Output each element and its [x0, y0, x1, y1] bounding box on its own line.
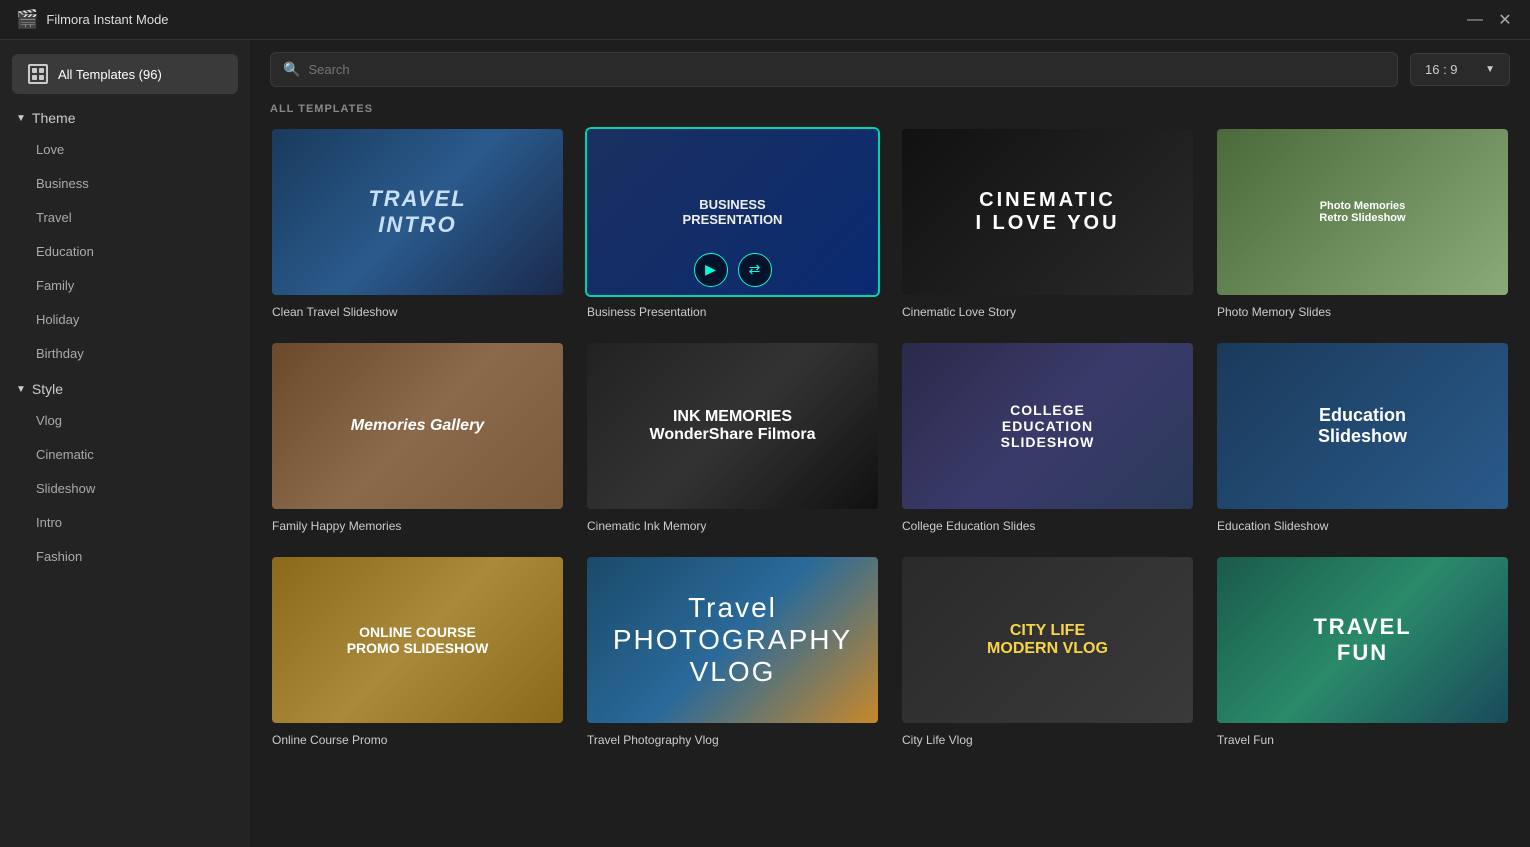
card-thumb-wrapper-clean-travel: TRAVEL INTRO	[270, 127, 565, 297]
card-label-family-happy: Family Happy Memories	[270, 511, 565, 535]
aspect-ratio-label: 16 : 9	[1425, 62, 1458, 77]
all-templates-label: All Templates (96)	[58, 67, 162, 82]
card-thumb-wrapper-family-happy: Memories Gallery	[270, 341, 565, 511]
top-bar: 🔍 16 : 9 ▼	[250, 40, 1530, 99]
play-button-business-presentation[interactable]: ▶	[694, 253, 728, 287]
card-thumb-wrapper-cinematic-ink: INK MEMORIES WonderShare Filmora	[585, 341, 880, 511]
card-label-travel-fun: Travel Fun	[1215, 725, 1510, 749]
window-controls: — ✕	[1466, 11, 1514, 29]
card-thumb-wrapper-travel-photo: Travel PHOTOGRAPHY VLOG	[585, 555, 880, 725]
template-card-travel-photo[interactable]: Travel PHOTOGRAPHY VLOGTravel Photograph…	[585, 555, 880, 749]
card-label-photo-memory: Photo Memory Slides	[1215, 297, 1510, 321]
card-thumb-wrapper-city-life: CITY LIFE MODERN VLOG	[900, 555, 1195, 725]
card-thumb-online-course: ONLINE COURSE PROMO SLIDESHOW	[272, 557, 563, 723]
app-logo: 🎬	[16, 9, 38, 30]
template-card-business-presentation[interactable]: BUSINESS PRESENTATION▶⇄Business Presenta…	[585, 127, 880, 321]
card-thumb-cinematic-love: CINEMATIC I LOVE YOU	[902, 129, 1193, 295]
title-bar: 🎬 Filmora Instant Mode — ✕	[0, 0, 1530, 40]
card-thumb-wrapper-education-slideshow: Education Slideshow	[1215, 341, 1510, 511]
template-card-cinematic-ink[interactable]: INK MEMORIES WonderShare FilmoraCinemati…	[585, 341, 880, 535]
theme-section-label: Theme	[32, 110, 76, 126]
template-card-cinematic-love[interactable]: CINEMATIC I LOVE YOUCinematic Love Story	[900, 127, 1195, 321]
grid-container: TRAVEL INTROClean Travel SlideshowBUSINE…	[270, 127, 1510, 749]
search-input[interactable]	[308, 62, 1385, 77]
card-thumb-wrapper-photo-memory: Photo Memories Retro Slideshow	[1215, 127, 1510, 297]
sidebar-item-intro[interactable]: Intro	[8, 506, 242, 539]
sidebar-item-cinematic[interactable]: Cinematic	[8, 438, 242, 471]
card-thumb-wrapper-business-presentation: BUSINESS PRESENTATION▶⇄	[585, 127, 880, 297]
style-section-label: Style	[32, 381, 63, 397]
template-card-online-course[interactable]: ONLINE COURSE PROMO SLIDESHOWOnline Cour…	[270, 555, 565, 749]
card-thumb-travel-photo: Travel PHOTOGRAPHY VLOG	[587, 557, 878, 723]
sidebar-item-family[interactable]: Family	[8, 269, 242, 302]
chevron-down-icon-style: ▼	[16, 384, 26, 395]
card-thumb-photo-memory: Photo Memories Retro Slideshow	[1217, 129, 1508, 295]
card-label-clean-travel: Clean Travel Slideshow	[270, 297, 565, 321]
template-card-city-life[interactable]: CITY LIFE MODERN VLOGCity Life Vlog	[900, 555, 1195, 749]
card-label-city-life: City Life Vlog	[900, 725, 1195, 749]
template-card-college-education[interactable]: COLLEGE EDUCATION SLIDESHOWCollege Educa…	[900, 341, 1195, 535]
sidebar: All Templates (96) ▼ Theme Love Business…	[0, 40, 250, 847]
card-thumb-college-education: COLLEGE EDUCATION SLIDESHOW	[902, 343, 1193, 509]
sidebar-item-holiday[interactable]: Holiday	[8, 303, 242, 336]
style-section-header[interactable]: ▼ Style	[0, 371, 250, 403]
sidebar-item-birthday[interactable]: Birthday	[8, 337, 242, 370]
sidebar-item-slideshow[interactable]: Slideshow	[8, 472, 242, 505]
app-title-area: 🎬 Filmora Instant Mode	[16, 9, 169, 30]
template-card-clean-travel[interactable]: TRAVEL INTROClean Travel Slideshow	[270, 127, 565, 321]
card-thumb-travel-fun: TRAVEL FUN	[1217, 557, 1508, 723]
card-thumb-wrapper-college-education: COLLEGE EDUCATION SLIDESHOW	[900, 341, 1195, 511]
card-label-travel-photo: Travel Photography Vlog	[585, 725, 880, 749]
template-card-family-happy[interactable]: Memories GalleryFamily Happy Memories	[270, 341, 565, 535]
templates-grid: TRAVEL INTROClean Travel SlideshowBUSINE…	[250, 127, 1530, 847]
sidebar-item-education[interactable]: Education	[8, 235, 242, 268]
app-title: Filmora Instant Mode	[46, 12, 168, 27]
card-label-online-course: Online Course Promo	[270, 725, 565, 749]
card-thumb-family-happy: Memories Gallery	[272, 343, 563, 509]
minimize-button[interactable]: —	[1466, 11, 1484, 29]
theme-section-header[interactable]: ▼ Theme	[0, 100, 250, 132]
app-body: All Templates (96) ▼ Theme Love Business…	[0, 40, 1530, 847]
close-button[interactable]: ✕	[1496, 11, 1514, 29]
card-label-college-education: College Education Slides	[900, 511, 1195, 535]
aspect-ratio-select[interactable]: 16 : 9 ▼	[1410, 53, 1510, 86]
chevron-down-icon-aspect: ▼	[1485, 64, 1495, 75]
section-label: ALL TEMPLATES	[250, 99, 1530, 127]
template-card-photo-memory[interactable]: Photo Memories Retro SlideshowPhoto Memo…	[1215, 127, 1510, 321]
card-thumb-wrapper-travel-fun: TRAVEL FUN	[1215, 555, 1510, 725]
template-card-travel-fun[interactable]: TRAVEL FUNTravel Fun	[1215, 555, 1510, 749]
card-thumb-wrapper-cinematic-love: CINEMATIC I LOVE YOU	[900, 127, 1195, 297]
card-label-education-slideshow: Education Slideshow	[1215, 511, 1510, 535]
template-card-education-slideshow[interactable]: Education SlideshowEducation Slideshow	[1215, 341, 1510, 535]
card-thumb-cinematic-ink: INK MEMORIES WonderShare Filmora	[587, 343, 878, 509]
main-content: 🔍 16 : 9 ▼ ALL TEMPLATES TRAVEL INTROCle…	[250, 40, 1530, 847]
card-label-cinematic-ink: Cinematic Ink Memory	[585, 511, 880, 535]
use-button-business-presentation[interactable]: ⇄	[738, 253, 772, 287]
sidebar-item-business[interactable]: Business	[8, 167, 242, 200]
sidebar-item-vlog[interactable]: Vlog	[8, 404, 242, 437]
sidebar-item-fashion[interactable]: Fashion	[8, 540, 242, 573]
card-thumb-city-life: CITY LIFE MODERN VLOG	[902, 557, 1193, 723]
card-thumb-wrapper-online-course: ONLINE COURSE PROMO SLIDESHOW	[270, 555, 565, 725]
all-templates-button[interactable]: All Templates (96)	[12, 54, 238, 94]
search-box[interactable]: 🔍	[270, 52, 1398, 87]
card-overlay-business-presentation: ▶⇄	[694, 253, 772, 287]
card-label-cinematic-love: Cinematic Love Story	[900, 297, 1195, 321]
sidebar-item-love[interactable]: Love	[8, 133, 242, 166]
card-thumb-clean-travel: TRAVEL INTRO	[272, 129, 563, 295]
chevron-down-icon: ▼	[16, 113, 26, 124]
card-thumb-education-slideshow: Education Slideshow	[1217, 343, 1508, 509]
sidebar-item-travel[interactable]: Travel	[8, 201, 242, 234]
card-label-business-presentation: Business Presentation	[585, 297, 880, 321]
grid-icon	[28, 64, 48, 84]
search-icon: 🔍	[283, 61, 300, 78]
